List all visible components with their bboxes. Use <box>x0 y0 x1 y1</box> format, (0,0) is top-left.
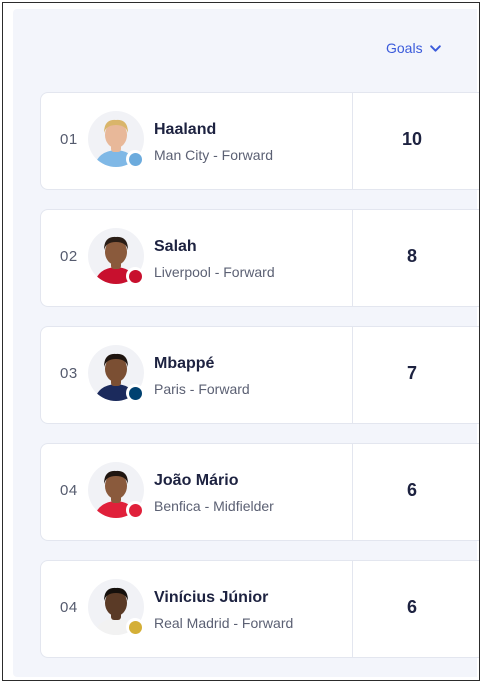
club-badge-icon <box>126 501 144 519</box>
player-club-position: Paris - Forward <box>154 381 250 397</box>
player-name: João Mário <box>154 472 239 489</box>
player-name: Vinícius Júnior <box>154 589 269 606</box>
player-goals: 10 <box>401 129 423 149</box>
leaderboard-frame: Goals 01 Haaland Man City - Forward 10 0… <box>2 2 480 681</box>
chevron-down-icon <box>429 44 441 52</box>
player-row[interactable]: 02 Salah Liverpool - Forward 8 <box>40 209 479 307</box>
player-goals: 8 <box>406 246 417 266</box>
club-badge-icon <box>126 267 144 285</box>
player-goals: 6 <box>406 597 417 617</box>
player-rank: 03 <box>60 365 78 382</box>
player-club-position: Benfica - Midfielder <box>154 498 274 514</box>
player-name: Haaland <box>154 121 217 138</box>
player-goals: 6 <box>406 480 417 500</box>
player-club-position: Man City - Forward <box>154 147 274 163</box>
player-name: Salah <box>154 238 197 255</box>
player-name: Mbappé <box>154 355 215 372</box>
player-club-position: Real Madrid - Forward <box>154 615 294 631</box>
player-goals: 7 <box>406 363 417 383</box>
player-rank: 04 <box>60 482 78 499</box>
goals-sort-dropdown[interactable]: Goals <box>386 40 442 56</box>
player-row[interactable]: 04 Vinícius Júnior Real Madrid - Forward… <box>40 560 479 658</box>
player-rank: 01 <box>60 131 78 148</box>
player-club-position: Liverpool - Forward <box>154 264 275 280</box>
player-rank: 02 <box>60 248 78 265</box>
player-row[interactable]: 03 Mbappé Paris - Forward 7 <box>40 326 479 424</box>
goals-sort-label: Goals <box>386 40 423 56</box>
player-rank: 04 <box>60 599 78 616</box>
club-badge-icon <box>126 384 144 402</box>
player-row[interactable]: 04 João Mário Benfica - Midfielder 6 <box>40 443 479 541</box>
club-badge-icon <box>126 150 144 168</box>
player-row[interactable]: 01 Haaland Man City - Forward 10 <box>40 92 479 190</box>
club-badge-icon <box>126 618 144 636</box>
